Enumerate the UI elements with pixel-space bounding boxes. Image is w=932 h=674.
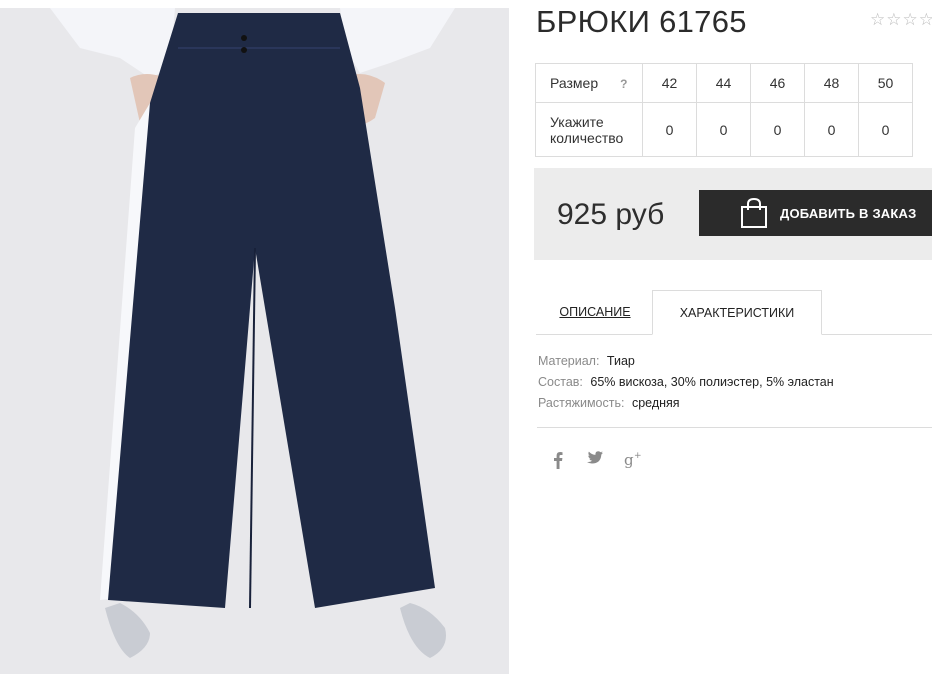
size-row: Размер? 42 44 46 48 50 [535,63,913,103]
size-label-cell: Размер? [535,63,643,103]
add-to-order-label: ДОБАВИТЬ В ЗАКАЗ [780,206,917,221]
size-42: 42 [642,63,697,103]
spec-composition: Состав: 65% вискоза, 30% полиэстер, 5% э… [538,372,834,393]
google-plus-icon[interactable]: g + [624,451,642,474]
quantity-input-46[interactable]: 0 [750,102,805,157]
quantity-row: Укажите количество 0 0 0 0 0 [535,102,913,157]
size-table: Размер? 42 44 46 48 50 Укажите количеств… [535,63,913,157]
price: 925 руб [557,198,665,231]
svg-text:g: g [624,451,634,469]
facebook-icon[interactable] [553,451,563,474]
quantity-input-42[interactable]: 0 [642,102,697,157]
spec-value: Тиар [606,354,635,368]
spec-stretch: Растяжимость: средняя [538,393,834,414]
section-divider [537,427,932,428]
size-44: 44 [696,63,751,103]
characteristics-list: Материал: Тиар Состав: 65% вискоза, 30% … [538,351,834,414]
size-50: 50 [858,63,913,103]
quantity-label-cell: Укажите количество [535,102,643,157]
spec-key: Материал: [538,354,600,368]
spec-value: средняя [631,396,680,410]
help-icon[interactable]: ? [620,77,627,91]
shopping-bag-icon [739,197,769,234]
size-46: 46 [750,63,805,103]
spec-key: Растяжимость: [538,396,625,410]
price-panel: 925 руб ДОБАВИТЬ В ЗАКАЗ [534,168,932,260]
quantity-label-line2: количество [550,129,624,146]
add-to-order-button[interactable]: ДОБАВИТЬ В ЗАКАЗ [699,190,932,236]
spec-value: 65% вискоза, 30% полиэстер, 5% эластан [590,375,834,389]
product-photo[interactable] [0,8,509,674]
spec-key: Состав: [538,375,583,389]
size-label: Размер [550,75,599,91]
size-48: 48 [804,63,859,103]
quantity-input-44[interactable]: 0 [696,102,751,157]
twitter-icon[interactable] [587,451,603,470]
rating-stars[interactable]: ☆☆☆☆☆ [870,10,932,30]
spec-material: Материал: Тиар [538,351,834,372]
product-title: БРЮКИ 61765 [536,4,747,39]
tab-description[interactable]: ОПИСАНИЕ [547,290,643,334]
product-image [0,8,509,674]
svg-text:+: + [634,451,642,461]
tab-characteristics[interactable]: ХАРАКТЕРИСТИКИ [652,290,822,335]
quantity-label-line1: Укажите [550,113,604,130]
quantity-input-50[interactable]: 0 [858,102,913,157]
quantity-input-48[interactable]: 0 [804,102,859,157]
